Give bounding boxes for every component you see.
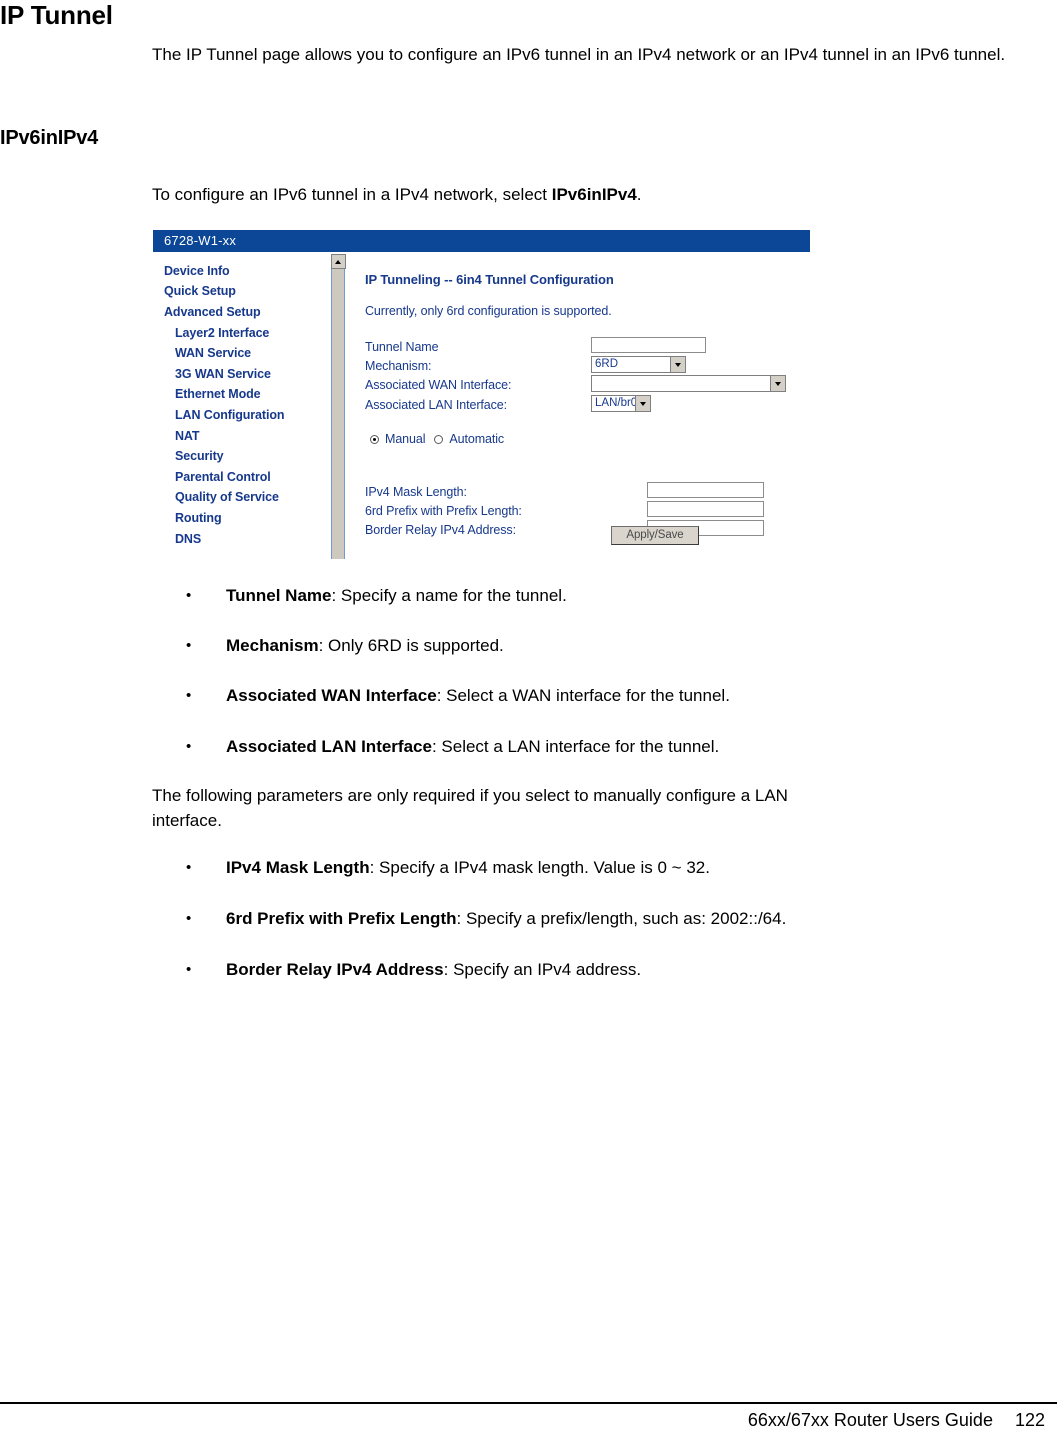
6rd-prefix-input[interactable] <box>647 501 764 517</box>
bullet-dot-icon: • <box>186 961 192 978</box>
sidebar-item-quality-of-service[interactable]: Quality of Service <box>175 490 279 504</box>
sidebar-scrollbar-track[interactable] <box>331 255 345 559</box>
bullet-desc: : Specify a IPv4 mask length. Value is 0… <box>369 858 710 877</box>
bullet-dot-icon: • <box>186 587 192 604</box>
radio-manual-label: Manual <box>385 432 426 446</box>
mechanism-select-value: 6RD <box>595 358 619 370</box>
intro-paragraph: The IP Tunnel page allows you to configu… <box>152 45 1006 64</box>
bullet-term: Border Relay IPv4 Address <box>226 960 444 979</box>
section-heading-ipv6inipv4: IPv6inIPv4 <box>0 127 99 149</box>
associated-lan-interface-value: LAN/br0 <box>595 397 635 409</box>
router-page-subtext: Currently, only 6rd configuration is sup… <box>365 304 612 318</box>
bullet-dot-icon: • <box>186 687 192 704</box>
sidebar-item-routing[interactable]: Routing <box>175 511 222 525</box>
sidebar-item-nat[interactable]: NAT <box>175 429 200 443</box>
footer-guide-title: 66xx/67xx Router Users Guide <box>747 1410 993 1430</box>
bullet-dot-icon: • <box>186 738 192 755</box>
sidebar-item-layer2-interface[interactable]: Layer2 Interface <box>175 326 269 340</box>
list-item: • Mechanism: Only 6RD is supported. <box>186 634 504 658</box>
associated-lan-interface-select[interactable]: LAN/br0 <box>591 395 651 412</box>
tunnel-name-input[interactable] <box>591 337 706 353</box>
list-item: • Tunnel Name: Specify a name for the tu… <box>186 584 567 608</box>
radio-automatic-indicator[interactable] <box>434 434 444 444</box>
router-content-panel: IP Tunneling -- 6in4 Tunnel Configuratio… <box>348 252 810 559</box>
manual-config-note: The following parameters are only requir… <box>152 786 788 830</box>
sidebar-item-lan-configuration[interactable]: LAN Configuration <box>175 408 284 422</box>
bullet-dot-icon: • <box>186 910 192 927</box>
label-associated-wan-interface: Associated WAN Interface: <box>365 378 512 392</box>
select-instruction-paragraph: To configure an IPv6 tunnel in a IPv4 ne… <box>152 182 1037 207</box>
mechanism-select[interactable]: 6RD <box>591 356 686 373</box>
list-item: • Associated LAN Interface: Select a LAN… <box>186 735 719 759</box>
page-title: IP Tunnel <box>0 0 113 30</box>
bullet-term: Mechanism <box>226 636 319 655</box>
bullet-term: 6rd Prefix with Prefix Length <box>226 909 457 928</box>
sidebar-item-quick-setup[interactable]: Quick Setup <box>164 284 236 298</box>
bullet-desc: : Specify a name for the tunnel. <box>331 586 567 605</box>
bullet-term: IPv4 Mask Length <box>226 858 370 877</box>
chevron-down-icon <box>635 396 650 411</box>
router-titlebar: 6728-W1-xx <box>153 230 810 252</box>
sidebar-item-security[interactable]: Security <box>175 449 224 463</box>
bullet-term: Associated WAN Interface <box>226 686 437 705</box>
label-associated-lan-interface: Associated LAN Interface: <box>365 398 508 412</box>
label-tunnel-name: Tunnel Name <box>365 340 439 354</box>
sidebar-item-3g-wan-service[interactable]: 3G WAN Service <box>175 367 271 381</box>
sidebar-item-advanced-setup[interactable]: Advanced Setup <box>164 305 261 319</box>
triangle-up-icon <box>335 260 341 264</box>
router-sidebar: Device Info Quick Setup Advanced Setup L… <box>153 252 331 559</box>
sidebar-item-device-info[interactable]: Device Info <box>164 264 230 278</box>
footer: 66xx/67xx Router Users Guide 122 <box>748 1410 1045 1431</box>
sidebar-item-parental-control[interactable]: Parental Control <box>175 470 271 484</box>
label-mechanism: Mechanism: <box>365 359 432 373</box>
footer-page-number: 122 <box>1014 1410 1045 1430</box>
list-item: • Associated WAN Interface: Select a WAN… <box>186 684 730 708</box>
label-ipv4-mask-length: IPv4 Mask Length: <box>365 485 467 499</box>
radio-manual-indicator[interactable] <box>370 434 379 444</box>
scroll-up-button[interactable] <box>331 254 346 269</box>
bullet-desc: : Specify an IPv4 address. <box>443 960 642 979</box>
list-item: • 6rd Prefix with Prefix Length: Specify… <box>186 907 786 931</box>
ipv4-mask-length-input[interactable] <box>647 482 764 498</box>
bullet-dot-icon: • <box>186 637 192 654</box>
chevron-down-icon <box>770 376 785 391</box>
router-ui-screenshot: 6728-W1-xx Device Info Quick Setup Advan… <box>153 230 810 559</box>
sidebar-item-wan-service[interactable]: WAN Service <box>175 346 251 360</box>
apply-save-button[interactable]: Apply/Save <box>611 526 699 545</box>
router-page-heading: IP Tunneling -- 6in4 Tunnel Configuratio… <box>365 272 614 287</box>
bullet-desc: : Select a LAN interface for the tunnel. <box>431 737 720 756</box>
bullet-term: Tunnel Name <box>226 586 332 605</box>
bullet-term: Associated LAN Interface <box>226 737 432 756</box>
router-titlebar-label: 6728-W1-xx <box>164 233 237 248</box>
radio-option-automatic[interactable]: Automatic <box>434 432 504 446</box>
list-item: • Border Relay IPv4 Address: Specify an … <box>186 958 641 982</box>
config-mode-radio-group: Manual Automatic <box>370 432 513 446</box>
list-item: • IPv4 Mask Length: Specify a IPv4 mask … <box>186 856 710 880</box>
associated-wan-interface-select[interactable] <box>591 375 786 392</box>
bullet-dot-icon: • <box>186 859 192 876</box>
label-6rd-prefix-with-prefix-length: 6rd Prefix with Prefix Length: <box>365 504 522 518</box>
footer-divider <box>0 1402 1057 1404</box>
select-instruction-suffix: . <box>636 185 642 204</box>
radio-automatic-label: Automatic <box>449 432 505 446</box>
sidebar-item-dns[interactable]: DNS <box>175 532 201 546</box>
select-instruction-emphasis: IPv6inIPv4 <box>551 185 637 204</box>
sidebar-item-ethernet-mode[interactable]: Ethernet Mode <box>175 387 261 401</box>
bullet-desc: : Specify a prefix/length, such as: 2002… <box>456 909 787 928</box>
select-instruction-prefix: To configure an IPv6 tunnel in a IPv4 ne… <box>152 185 552 204</box>
bullet-desc: : Select a WAN interface for the tunnel. <box>436 686 730 705</box>
bullet-desc: : Only 6RD is supported. <box>318 636 504 655</box>
radio-option-manual[interactable]: Manual <box>370 432 426 446</box>
chevron-down-icon <box>670 357 685 372</box>
label-border-relay-ipv4-address: Border Relay IPv4 Address: <box>365 523 516 537</box>
